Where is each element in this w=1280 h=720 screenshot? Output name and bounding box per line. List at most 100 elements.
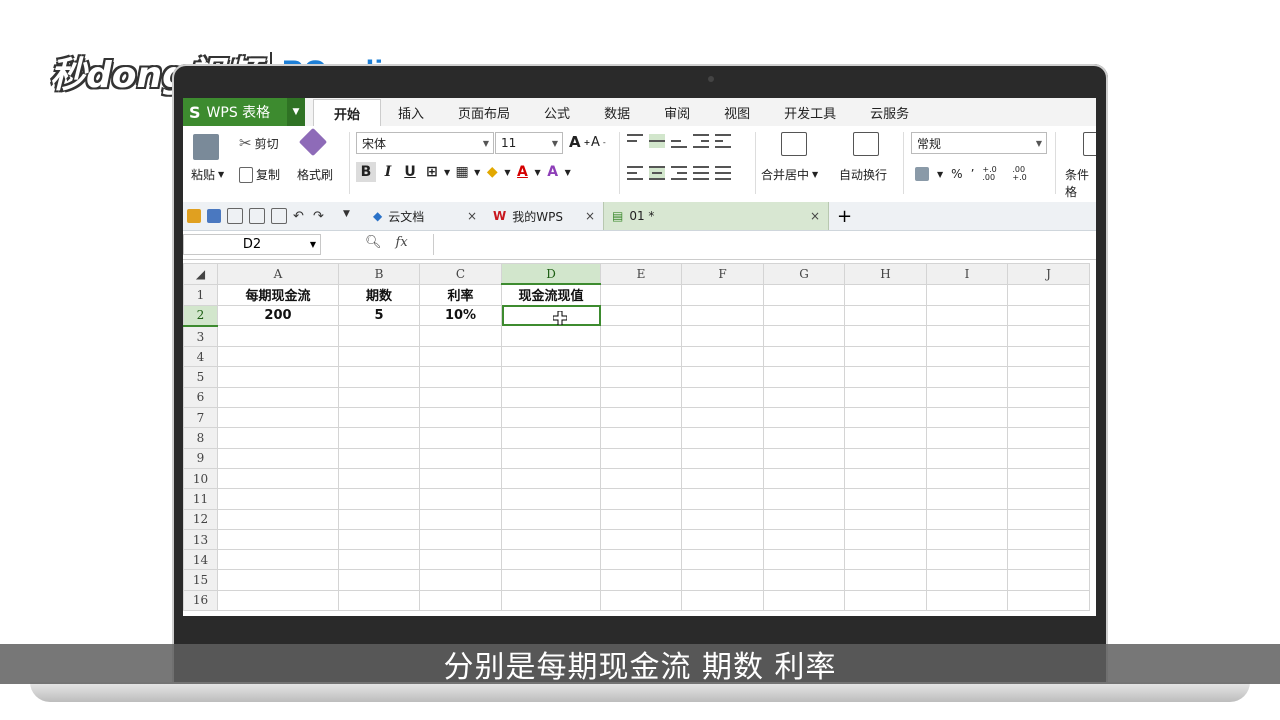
format-painter-icon[interactable] [298,127,328,157]
cell-b15[interactable] [338,569,420,591]
cell-j14[interactable] [1007,549,1090,571]
tab-data[interactable]: 数据 [587,98,647,126]
cell-f13[interactable] [681,528,764,551]
cell-j12[interactable] [1007,508,1090,530]
cell-a14[interactable] [217,549,339,571]
cell-h10[interactable] [844,467,927,490]
cell-e2[interactable] [600,304,682,327]
cell-i10[interactable] [926,467,1008,490]
tab-cloud[interactable]: 云服务 [853,98,926,126]
tab-review[interactable]: 审阅 [647,98,707,126]
row-header[interactable]: 11 [183,488,218,510]
row-header[interactable]: 10 [183,467,218,490]
conditional-format-icon[interactable] [1083,132,1096,156]
cell-h9[interactable] [844,447,927,469]
increase-decimal-button[interactable]: +.0 .00 [982,166,1004,182]
cell-h4[interactable] [844,346,927,368]
cell-j10[interactable] [1007,467,1090,490]
grow-font-button[interactable]: A + [569,133,590,151]
cell-c5[interactable] [419,366,502,388]
table-style-icon[interactable]: ▦ [452,162,472,182]
cell-c2[interactable]: 10% [419,304,502,327]
app-menu-button[interactable]: S WPS 表格 ▼ [183,98,305,126]
fx-icon[interactable]: fx [396,235,408,250]
column-header-e[interactable]: E [600,263,682,285]
row-header[interactable]: 1 [183,283,218,306]
undo-icon[interactable]: ↶ [293,209,307,224]
clear-format-icon[interactable]: A [543,162,563,182]
cell-a8[interactable] [217,427,339,449]
cell-a10[interactable] [217,467,339,490]
copy-button[interactable]: 复制 [239,166,280,183]
column-header-f[interactable]: F [681,263,764,285]
cell-h15[interactable] [844,569,927,591]
cell-d3[interactable] [501,325,601,348]
cell-h12[interactable] [844,508,927,530]
cell-j11[interactable] [1007,488,1090,510]
cell-f3[interactable] [681,325,764,348]
cell-h6[interactable] [844,386,927,409]
align-center-icon[interactable] [649,166,665,180]
decrease-decimal-button[interactable]: .00 +.0 [1012,166,1034,182]
chevron-down-icon[interactable]: ▼ [343,209,357,223]
cell-f7[interactable] [681,407,764,429]
cell-a13[interactable] [217,528,339,551]
cell-j9[interactable] [1007,447,1090,469]
cell-b14[interactable] [338,549,420,571]
select-all-corner[interactable]: ◢ [183,263,218,285]
cell-i9[interactable] [926,447,1008,469]
tab-developer[interactable]: 开发工具 [767,98,853,126]
cell-f1[interactable] [681,283,764,306]
tab-home[interactable]: 开始 [313,98,382,127]
cell-b13[interactable] [338,528,420,551]
cell-i3[interactable] [926,325,1008,348]
new-tab-button[interactable]: + [837,206,852,227]
cell-h8[interactable] [844,427,927,449]
tab-insert[interactable]: 插入 [381,98,441,126]
font-size-select[interactable]: 11 ▼ [495,132,563,154]
zoom-function-icon[interactable]: 🔍︎ [365,235,382,250]
cell-f16[interactable] [681,589,764,612]
font-name-select[interactable]: 宋体 ▼ [356,132,494,154]
cell-g14[interactable] [763,549,845,571]
cell-d6[interactable] [501,386,601,409]
cell-c6[interactable] [419,386,502,409]
row-header[interactable]: 5 [183,366,218,388]
cell-h2[interactable] [844,304,927,327]
cell-a2[interactable]: 200 [217,304,339,327]
cell-b11[interactable] [338,488,420,510]
cell-g1[interactable] [763,283,845,306]
row-header[interactable]: 9 [183,447,218,469]
cell-a15[interactable] [217,569,339,591]
formula-input[interactable] [433,234,1096,255]
cell-j8[interactable] [1007,427,1090,449]
bold-button[interactable]: B [356,162,376,182]
font-color-icon[interactable]: A [512,162,532,182]
row-header[interactable]: 2 [183,304,218,327]
cell-e16[interactable] [600,589,682,612]
align-left-icon[interactable] [627,166,643,180]
close-icon[interactable]: × [585,209,595,223]
name-box[interactable]: D2 ▼ [183,234,321,255]
comma-button[interactable]: ’ [971,167,975,181]
justify-icon[interactable] [693,166,709,180]
cell-h11[interactable] [844,488,927,510]
tab-cloud-docs[interactable]: ◆ 云文档 × [365,202,485,230]
column-header-a[interactable]: A [217,263,339,285]
cell-b7[interactable] [338,407,420,429]
currency-icon[interactable] [915,167,929,181]
cell-j15[interactable] [1007,569,1090,591]
border-icon[interactable]: ⊞ [422,162,442,182]
align-middle-icon[interactable] [649,134,665,148]
cell-f4[interactable] [681,346,764,368]
cell-h5[interactable] [844,366,927,388]
cell-h13[interactable] [844,528,927,551]
cell-j2[interactable] [1007,304,1090,327]
tab-view[interactable]: 视图 [707,98,767,126]
cell-e3[interactable] [600,325,682,348]
cell-j3[interactable] [1007,325,1090,348]
cell-e9[interactable] [600,447,682,469]
cell-i15[interactable] [926,569,1008,591]
cell-g11[interactable] [763,488,845,510]
indent-increase-icon[interactable] [715,134,731,148]
